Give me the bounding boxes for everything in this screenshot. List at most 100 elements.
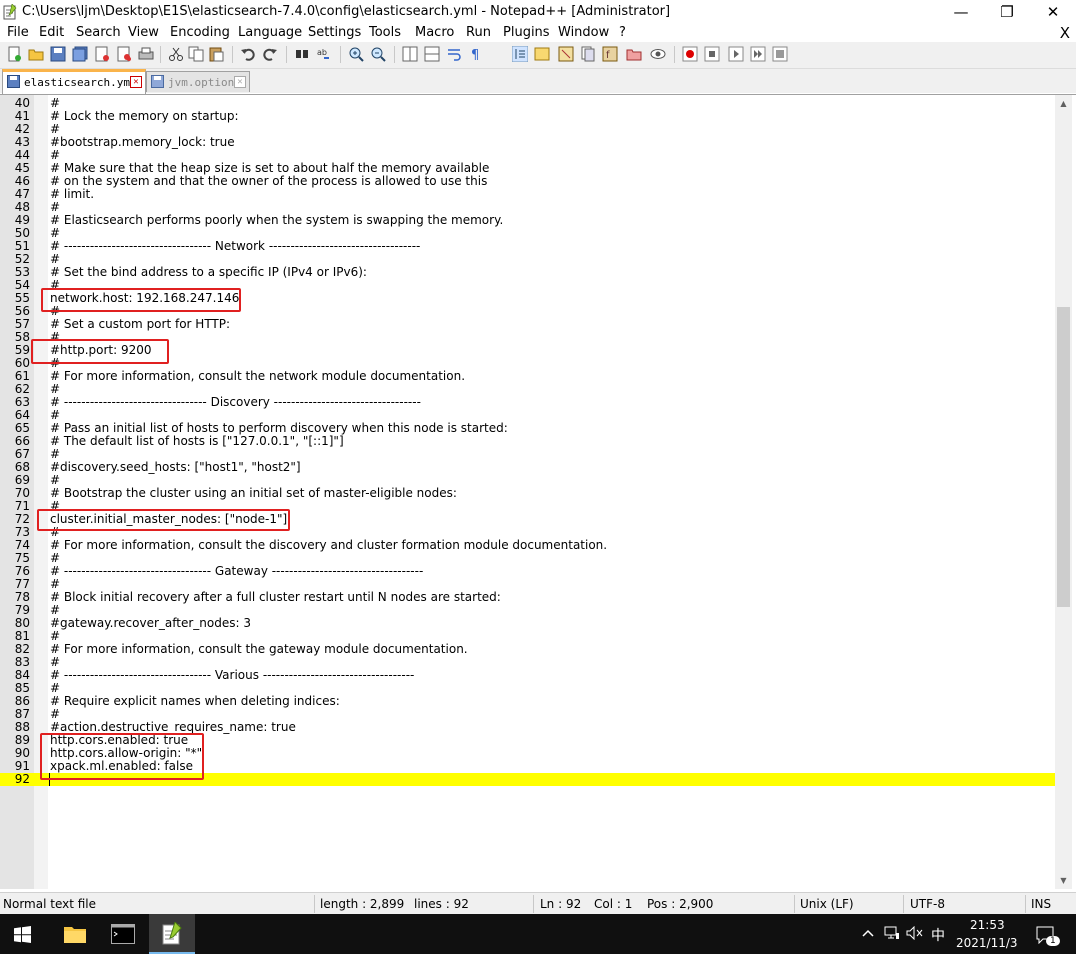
redo-icon[interactable]	[262, 46, 278, 62]
macro-play-icon[interactable]	[728, 46, 744, 62]
taskbar-file-explorer[interactable]	[52, 914, 98, 954]
code-line[interactable]: 84 # ---------------------------------- V…	[0, 669, 1056, 682]
scrollbar-thumb[interactable]	[1057, 307, 1070, 607]
doc-list-icon[interactable]	[580, 46, 596, 62]
line-text[interactable]: # Set a custom port for HTTP:	[50, 318, 230, 331]
network-icon[interactable]	[884, 926, 900, 940]
paste-icon[interactable]	[208, 46, 224, 62]
clock-date[interactable]: 2021/11/3	[956, 936, 1018, 950]
close-window-button[interactable]: ✕	[1030, 0, 1076, 24]
code-line[interactable]: 70 # Bootstrap the cluster using an initi…	[0, 487, 1056, 500]
sync-horizontal-icon[interactable]	[424, 46, 440, 62]
word-wrap-icon[interactable]	[446, 46, 462, 62]
line-text[interactable]: # Set the bind address to a specific IP …	[50, 266, 367, 279]
print-icon[interactable]	[138, 46, 154, 62]
code-line[interactable]: 57 # Set a custom port for HTTP:	[0, 318, 1056, 331]
line-text[interactable]: #discovery.seed_hosts: ["host1", "host2"…	[50, 461, 301, 474]
line-text[interactable]: # --------------------------------- Disc…	[50, 396, 421, 409]
close-file-icon[interactable]	[94, 46, 110, 62]
indent-guide-icon[interactable]	[512, 46, 528, 62]
code-line[interactable]: 41 # Lock the memory on startup:	[0, 110, 1056, 123]
macro-stop-icon[interactable]	[704, 46, 720, 62]
tab-close-icon[interactable]: ✕	[130, 76, 142, 88]
scroll-down-icon[interactable]: ▼	[1055, 872, 1072, 889]
vertical-scrollbar[interactable]: ▲ ▼	[1055, 95, 1072, 889]
menu-search[interactable]: Search	[76, 25, 121, 40]
menu-view[interactable]: View	[128, 25, 159, 40]
code-line[interactable]: 46 # on the system and that the owner of …	[0, 175, 1056, 188]
chevron-up-icon[interactable]	[862, 929, 874, 937]
function-list-icon[interactable]: f	[602, 46, 618, 62]
line-text[interactable]: # For more information, consult the gate…	[50, 643, 468, 656]
line-text[interactable]: # ---------------------------------- Var…	[50, 669, 414, 682]
udl-icon[interactable]	[534, 46, 550, 62]
code-line[interactable]: 63 # --------------------------------- Di…	[0, 396, 1056, 409]
folder-workspace-icon[interactable]	[626, 46, 642, 62]
editor-area[interactable]: 40 #41 # Lock the memory on startup: 42 #43 #…	[0, 94, 1076, 889]
line-text[interactable]: # ---------------------------------- Gat…	[50, 565, 423, 578]
volume-muted-icon[interactable]	[906, 926, 924, 940]
menu-run[interactable]: Run	[466, 25, 491, 40]
line-text[interactable]: # ---------------------------------- Net…	[50, 240, 420, 253]
save-all-icon[interactable]	[72, 46, 88, 62]
line-text[interactable]: #bootstrap.memory_lock: true	[50, 136, 235, 149]
menu-window[interactable]: Window	[558, 25, 609, 40]
macro-play-multiple-icon[interactable]	[750, 46, 766, 62]
cut-icon[interactable]	[168, 46, 184, 62]
menu-macro[interactable]: Macro	[415, 25, 454, 40]
minimize-button[interactable]: —	[938, 0, 984, 24]
menu-settings[interactable]: Settings	[308, 25, 361, 40]
menu-file[interactable]: File	[7, 25, 29, 40]
menu-plugins[interactable]: Plugins	[503, 25, 550, 40]
zoom-in-icon[interactable]	[348, 46, 364, 62]
find-icon[interactable]	[294, 46, 310, 62]
replace-icon[interactable]: ab	[316, 46, 332, 62]
monitoring-icon[interactable]	[650, 46, 666, 62]
code-line[interactable]: 51 # ---------------------------------- N…	[0, 240, 1056, 253]
line-text[interactable]: #gateway.recover_after_nodes: 3	[50, 617, 251, 630]
line-text[interactable]: # For more information, consult the disc…	[50, 539, 607, 552]
taskbar-notepadpp[interactable]	[149, 914, 195, 954]
code-line[interactable]: 47 # limit.	[0, 188, 1056, 201]
code-line[interactable]: 49 # Elasticsearch performs poorly when t…	[0, 214, 1056, 227]
status-encoding[interactable]: UTF-8	[910, 897, 945, 911]
code-line[interactable]: 66 # The default list of hosts is ["127.0…	[0, 435, 1056, 448]
line-text[interactable]: # Elasticsearch performs poorly when the…	[50, 214, 503, 227]
maximize-button[interactable]: ❐	[984, 0, 1030, 24]
code-line[interactable]: 53 # Set the bind address to a specific I…	[0, 266, 1056, 279]
windows-start-icon[interactable]	[14, 926, 31, 943]
menu-help[interactable]: ?	[619, 25, 626, 40]
menu-encoding[interactable]: Encoding	[170, 25, 230, 40]
menu-language[interactable]: Language	[238, 25, 302, 40]
close-all-icon[interactable]	[116, 46, 132, 62]
line-text[interactable]: # Block initial recovery after a full cl…	[50, 591, 501, 604]
undo-icon[interactable]	[240, 46, 256, 62]
code-line[interactable]: 82 # For more information, consult the ga…	[0, 643, 1056, 656]
copy-icon[interactable]	[188, 46, 204, 62]
save-icon[interactable]	[50, 46, 66, 62]
line-text[interactable]: # on the system and that the owner of th…	[50, 175, 487, 188]
show-all-chars-icon[interactable]: ¶	[468, 46, 484, 62]
new-file-icon[interactable]	[6, 46, 22, 62]
line-text[interactable]: # Bootstrap the cluster using an initial…	[50, 487, 457, 500]
clock-time[interactable]: 21:53	[970, 918, 1005, 932]
tab-elasticsearch-yml[interactable]: elasticsearch.yml ✕	[2, 69, 146, 94]
close-document-button[interactable]: X	[1060, 24, 1070, 42]
tab-close-icon[interactable]: ✕	[234, 76, 246, 88]
line-text[interactable]: # For more information, consult the netw…	[50, 370, 465, 383]
taskbar-command-prompt[interactable]	[100, 914, 146, 954]
code-line[interactable]: 61 # For more information, consult the ne…	[0, 370, 1056, 383]
code-line[interactable]: 76 # ---------------------------------- G…	[0, 565, 1056, 578]
code-line[interactable]: 80 #gateway.recover_after_nodes: 3	[0, 617, 1056, 630]
menu-edit[interactable]: Edit	[39, 25, 64, 40]
line-text[interactable]: # Lock the memory on startup:	[50, 110, 238, 123]
code-line[interactable]: 86 # Require explicit names when deleting…	[0, 695, 1056, 708]
code-line[interactable]: 43 #bootstrap.memory_lock: true	[0, 136, 1056, 149]
code-line[interactable]: 78 # Block initial recovery after a full …	[0, 591, 1056, 604]
ime-indicator[interactable]: 中	[931, 925, 945, 945]
doc-map-icon[interactable]	[558, 46, 574, 62]
sync-vertical-icon[interactable]	[402, 46, 418, 62]
macro-save-icon[interactable]	[772, 46, 788, 62]
code-line[interactable]: 74 # For more information, consult the di…	[0, 539, 1056, 552]
line-text[interactable]: # Require explicit names when deleting i…	[50, 695, 340, 708]
